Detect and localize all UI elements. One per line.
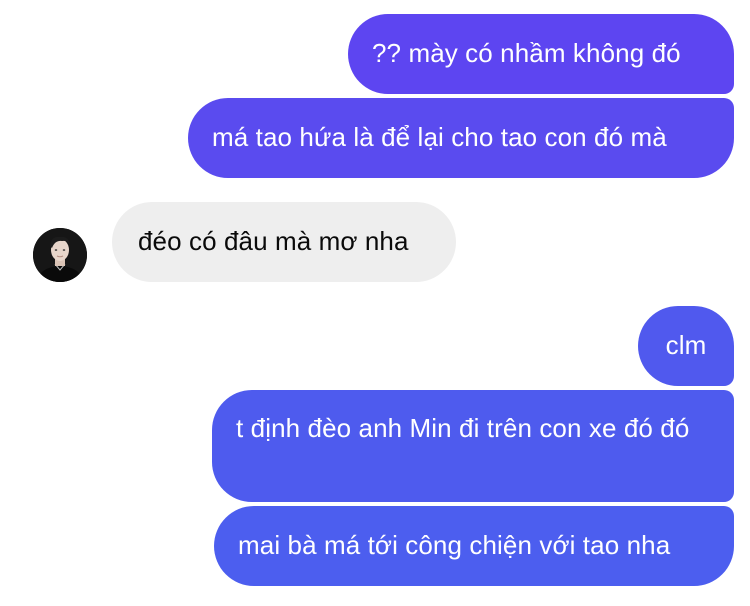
outgoing-message-bubble[interactable]: t định đèo anh Min đi trên con xe đó đó bbox=[212, 390, 734, 502]
incoming-message-bubble[interactable]: đéo có đâu mà mơ nha bbox=[112, 202, 456, 282]
outgoing-message-bubble[interactable]: ?? mày có nhầm không đó bbox=[348, 14, 734, 94]
outgoing-message-bubble[interactable]: mai bà má tới công chiện với tao nha bbox=[214, 506, 734, 586]
outgoing-message-bubble[interactable]: clm bbox=[638, 306, 734, 386]
outgoing-message-bubble[interactable]: má tao hứa là để lại cho tao con đó mà bbox=[188, 98, 734, 178]
avatar[interactable] bbox=[33, 228, 87, 282]
profile-photo-icon bbox=[33, 228, 87, 282]
